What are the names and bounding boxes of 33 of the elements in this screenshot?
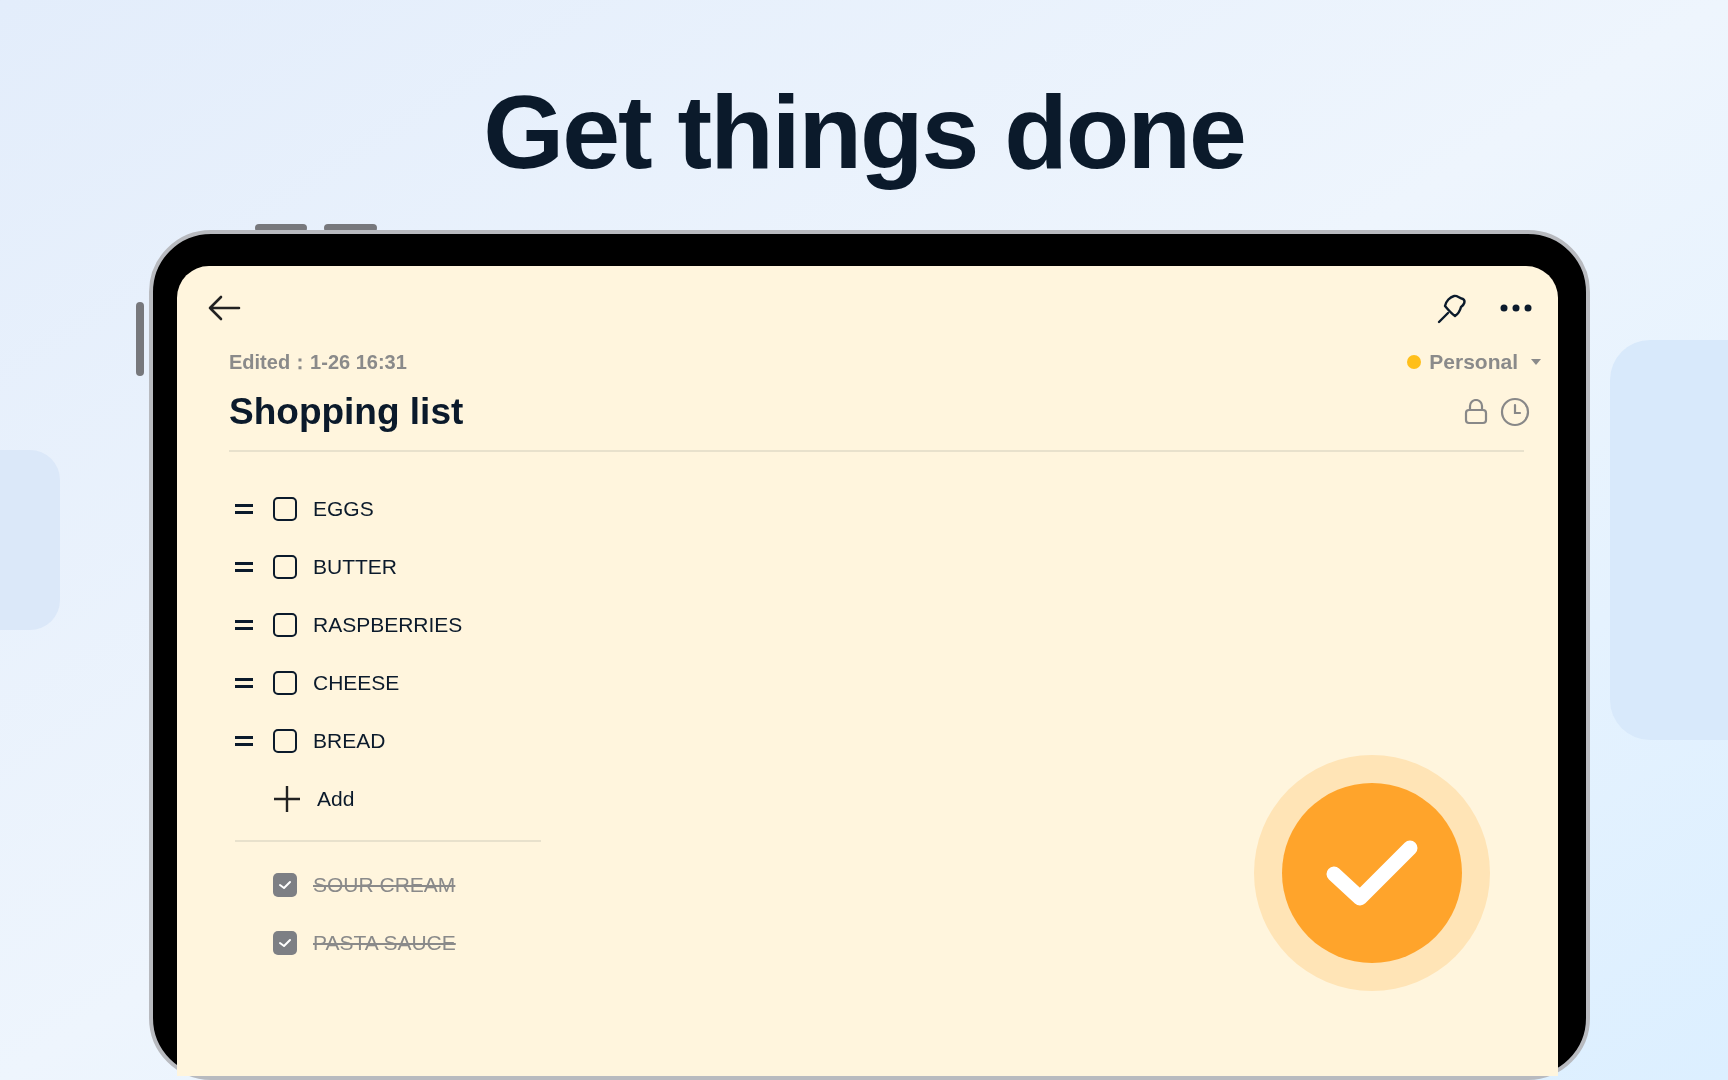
item-text: EGGS bbox=[313, 495, 374, 522]
item-text: CHEESE bbox=[313, 669, 400, 696]
item-text: SOUR CREAM bbox=[313, 871, 456, 898]
back-icon[interactable] bbox=[207, 295, 241, 321]
checkbox[interactable] bbox=[273, 554, 297, 579]
drag-handle-icon[interactable] bbox=[235, 560, 253, 573]
checkbox[interactable] bbox=[273, 728, 297, 753]
item-text: RASPBERRIES bbox=[313, 611, 463, 638]
checkbox[interactable] bbox=[273, 496, 297, 521]
clock-icon[interactable] bbox=[1500, 396, 1530, 427]
checkbox[interactable] bbox=[273, 670, 297, 695]
drag-handle-icon[interactable] bbox=[235, 618, 253, 631]
drag-handle-icon[interactable] bbox=[235, 502, 253, 515]
checkbox[interactable] bbox=[273, 872, 297, 897]
checkbox[interactable] bbox=[273, 930, 297, 955]
item-text: PASTA SAUCE bbox=[313, 929, 456, 956]
caret-icon bbox=[1530, 357, 1542, 366]
item-text: BREAD bbox=[313, 727, 386, 754]
edited-time: Edited：1-26 16:31 bbox=[229, 349, 407, 375]
plus-icon bbox=[273, 784, 301, 813]
add-item-button[interactable]: Add bbox=[229, 769, 355, 828]
check-icon bbox=[278, 937, 292, 948]
note-title: Shopping list bbox=[229, 389, 464, 434]
drag-handle-icon[interactable] bbox=[235, 676, 253, 689]
checkbox[interactable] bbox=[273, 612, 297, 637]
drag-handle-icon[interactable] bbox=[235, 734, 253, 747]
pin-icon[interactable] bbox=[1436, 292, 1468, 324]
item-text: BUTTER bbox=[313, 553, 397, 580]
headline: Get things done bbox=[483, 73, 1245, 192]
more-icon[interactable] bbox=[1500, 304, 1532, 312]
check-icon bbox=[1326, 838, 1418, 908]
lock-icon[interactable] bbox=[1464, 398, 1488, 425]
check-icon bbox=[278, 879, 292, 890]
